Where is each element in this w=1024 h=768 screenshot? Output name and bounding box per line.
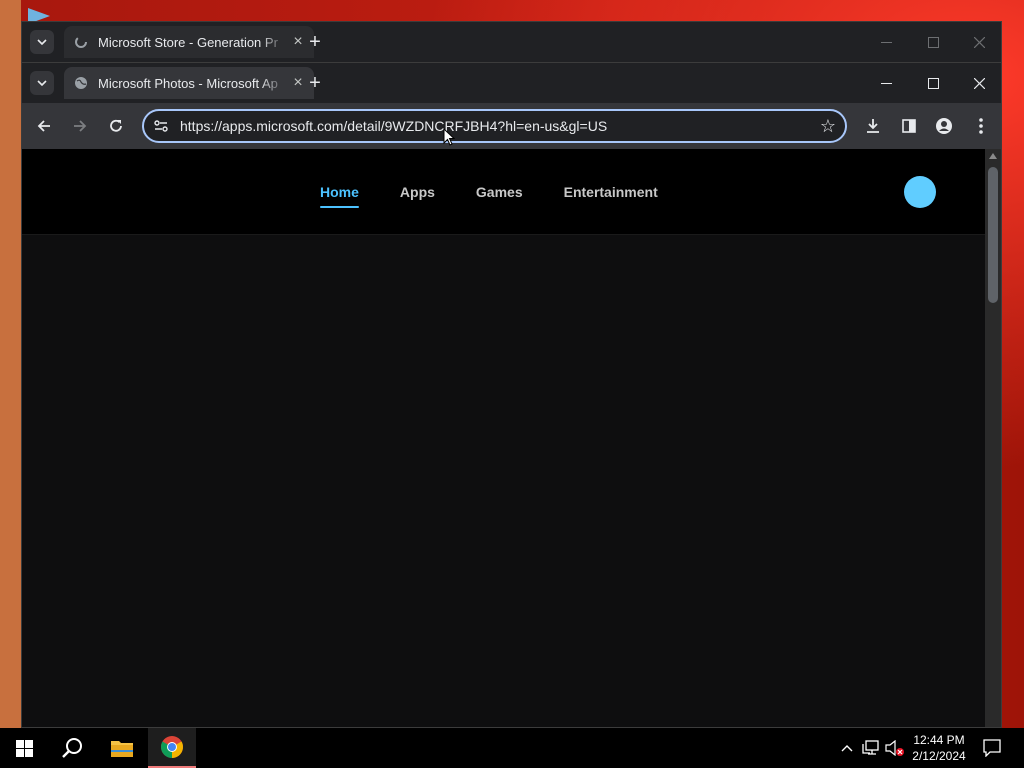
nav-games[interactable]: Games xyxy=(476,176,523,208)
page-content xyxy=(22,235,986,727)
downloads-button[interactable] xyxy=(858,111,888,141)
maximize-icon xyxy=(927,77,939,89)
vertical-scrollbar[interactable] xyxy=(985,149,1001,727)
site-nav: Home Apps Games Entertainment xyxy=(320,149,699,235)
tab-strip: Microsoft Photos - Microsoft Ap × + xyxy=(22,63,1001,103)
reload-icon xyxy=(110,119,122,132)
chrome-taskbar-button[interactable] xyxy=(148,728,196,768)
download-icon xyxy=(867,119,879,133)
maximize-button[interactable] xyxy=(910,22,956,62)
action-center-button[interactable] xyxy=(978,728,1006,768)
volume-button[interactable] xyxy=(884,728,906,768)
tab-search-button[interactable] xyxy=(30,71,54,95)
network-button[interactable] xyxy=(860,728,882,768)
chevron-down-icon xyxy=(37,39,47,45)
tab-microsoft-photos[interactable]: Microsoft Photos - Microsoft Ap × xyxy=(64,67,314,99)
windows-logo-icon xyxy=(15,739,33,757)
show-hidden-icons-button[interactable] xyxy=(838,728,856,768)
back-button[interactable] xyxy=(29,111,59,141)
globe-icon xyxy=(74,76,88,90)
bookmark-star-icon[interactable]: ☆ xyxy=(811,116,845,137)
account-avatar[interactable] xyxy=(904,176,936,208)
url-input[interactable] xyxy=(178,111,811,141)
file-explorer-button[interactable] xyxy=(98,728,146,768)
browser-toolbar: ☆ xyxy=(22,103,1001,149)
start-button[interactable] xyxy=(0,728,48,768)
close-window-button[interactable] xyxy=(956,63,1002,103)
clock-time: 12:44 PM xyxy=(913,733,965,747)
mouse-cursor-icon xyxy=(443,128,455,146)
scrollbar-thumb[interactable] xyxy=(988,167,998,303)
reload-button[interactable] xyxy=(101,111,131,141)
tab-microsoft-store[interactable]: Microsoft Store - Generation Pr × xyxy=(64,26,314,58)
tab-search-button[interactable] xyxy=(30,30,54,54)
folder-icon xyxy=(111,741,133,757)
search-button[interactable] xyxy=(48,728,96,768)
chrome-icon xyxy=(161,736,183,758)
minimize-icon xyxy=(880,82,892,84)
browser-window[interactable]: Microsoft Photos - Microsoft Ap × + http… xyxy=(21,62,1002,728)
minimize-icon xyxy=(880,41,892,43)
arrow-right-icon xyxy=(74,120,87,132)
address-bar[interactable]: ☆ xyxy=(142,109,847,143)
close-window-button[interactable] xyxy=(956,22,1002,62)
side-panel-button[interactable] xyxy=(894,111,924,141)
network-icon xyxy=(862,740,879,755)
chevron-down-icon xyxy=(37,80,47,86)
site-settings-icon[interactable] xyxy=(144,120,178,132)
tab-strip: Microsoft Store - Generation Pr × + xyxy=(22,22,1001,62)
search-icon xyxy=(62,738,82,758)
nav-entertainment[interactable]: Entertainment xyxy=(564,176,658,208)
scroll-up-arrow-icon[interactable] xyxy=(989,153,997,159)
chevron-up-icon xyxy=(841,745,853,752)
nav-home[interactable]: Home xyxy=(320,176,359,208)
taskbar: 12:44 PM 2/12/2024 xyxy=(0,728,1024,768)
notification-icon xyxy=(983,739,1001,757)
page-viewport: Home Apps Games Entertainment xyxy=(22,149,986,727)
minimize-button[interactable] xyxy=(863,63,909,103)
forward-button[interactable] xyxy=(65,111,95,141)
menu-button[interactable] xyxy=(966,111,996,141)
new-tab-button[interactable]: + xyxy=(304,31,326,53)
tab-title: Microsoft Store - Generation Pr xyxy=(98,34,278,50)
maximize-icon xyxy=(927,36,939,48)
side-panel-icon xyxy=(902,119,916,133)
loading-favicon-icon xyxy=(74,35,88,49)
taskbar-clock[interactable]: 12:44 PM 2/12/2024 xyxy=(906,732,972,764)
volume-muted-icon xyxy=(885,740,904,756)
tab-title: Microsoft Photos - Microsoft Ap xyxy=(98,75,278,91)
site-header: Home Apps Games Entertainment xyxy=(22,149,986,235)
nav-apps[interactable]: Apps xyxy=(400,176,435,208)
maximize-button[interactable] xyxy=(910,63,956,103)
close-icon xyxy=(973,77,985,89)
more-vertical-icon xyxy=(979,118,983,134)
clock-date: 2/12/2024 xyxy=(912,749,966,763)
close-icon xyxy=(973,36,985,48)
arrow-left-icon xyxy=(37,120,50,132)
profile-button[interactable] xyxy=(929,111,959,141)
minimize-button[interactable] xyxy=(863,22,909,62)
person-icon xyxy=(936,118,952,134)
new-tab-button[interactable]: + xyxy=(304,72,326,94)
